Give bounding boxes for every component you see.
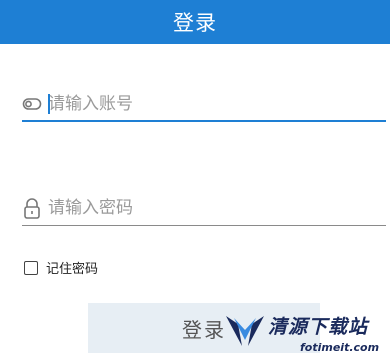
password-input[interactable] — [48, 190, 378, 226]
account-underline — [22, 120, 386, 122]
password-field[interactable] — [22, 190, 386, 226]
text-cursor — [48, 94, 50, 114]
watermark-title: 清源下载站 — [268, 316, 369, 338]
account-input[interactable] — [48, 86, 378, 122]
page-title: 登录 — [173, 11, 217, 35]
remember-checkbox[interactable] — [24, 260, 38, 275]
account-icon — [22, 93, 42, 115]
remember-password[interactable]: 记住密码 — [24, 258, 98, 277]
watermark-logo-icon — [224, 310, 266, 350]
remember-label: 记住密码 — [46, 262, 99, 277]
password-underline — [22, 225, 386, 226]
watermark: 清源下载站 fotimeit.com — [224, 306, 388, 358]
lock-icon — [22, 197, 42, 219]
account-field[interactable] — [22, 86, 386, 122]
watermark-url: fotimeit.com — [300, 341, 380, 354]
app-header: 登录 — [0, 0, 390, 44]
